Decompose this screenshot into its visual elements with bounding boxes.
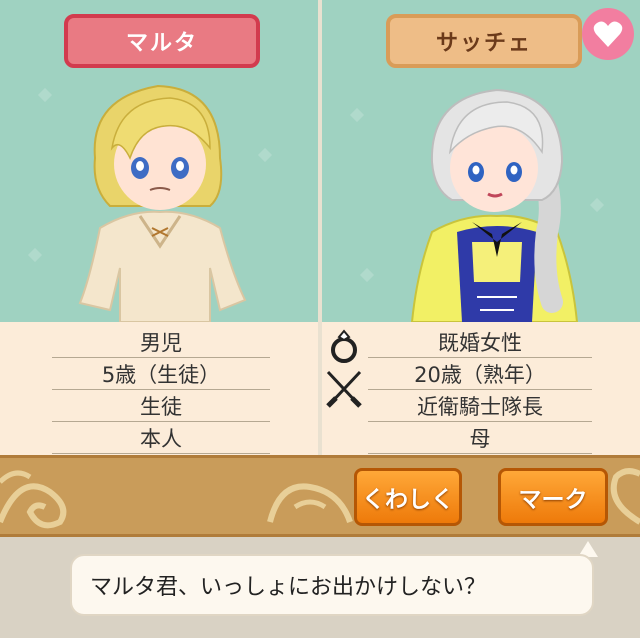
left-age: 5歳（生徒） [52, 358, 270, 390]
right-occupation: 近衛騎士隊長 [368, 390, 592, 422]
detail-button[interactable]: くわしく [354, 468, 462, 526]
left-character-panel: マルタ [0, 0, 318, 322]
right-info-column: 既婚女性 20歳（熟年） 近衛騎士隊長 母 [368, 326, 592, 454]
left-relation: 本人 [52, 422, 270, 454]
ornament-left [0, 470, 67, 529]
crossed-swords-icon [326, 370, 362, 408]
ornament-center [267, 483, 353, 524]
favorite-button[interactable] [582, 8, 634, 60]
right-character-portrait [410, 88, 579, 322]
right-character-name: サッチェ [386, 14, 582, 68]
ring-icon [331, 329, 357, 363]
dialogue-text: マルタ君、いっしょにお出かけしない？ [90, 575, 487, 600]
mark-button[interactable]: マーク [498, 468, 608, 526]
left-character-portrait [78, 84, 247, 322]
status-icons [322, 322, 368, 455]
left-gender: 男児 [52, 326, 270, 358]
heart-icon [593, 21, 623, 47]
left-occupation: 生徒 [52, 390, 270, 422]
left-info-column: 男児 5歳（生徒） 生徒 本人 [52, 326, 270, 454]
right-relation: 母 [368, 422, 592, 454]
dialogue-bubble[interactable]: マルタ君、いっしょにお出かけしない？ [70, 554, 594, 616]
right-age: 20歳（熟年） [368, 358, 592, 390]
left-character-name: マルタ [64, 14, 260, 68]
right-gender: 既婚女性 [368, 326, 592, 358]
right-character-panel: サッチェ [322, 0, 640, 322]
